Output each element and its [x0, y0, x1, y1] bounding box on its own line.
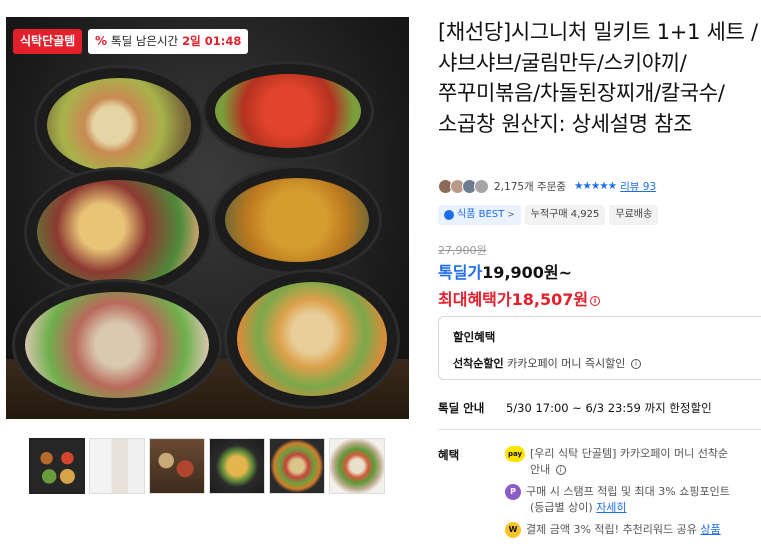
order-count: 2,175개 주문중	[494, 180, 567, 193]
free-shipping-tag: 무료배송	[609, 205, 659, 225]
percent-icon: %	[95, 34, 108, 48]
discount-heading: 할인혜택	[453, 330, 496, 344]
product-tags: 식품 BEST > 누적구매 4,925 무료배송	[438, 205, 659, 225]
point-icon: P	[505, 484, 521, 500]
max-benefit-row: 최대혜택가18,507원 i	[438, 286, 601, 310]
buyer-avatars	[438, 178, 489, 194]
star-rating-icon: ★★★★★	[574, 180, 617, 192]
info-icon[interactable]: i	[590, 295, 601, 306]
beef-veg-pot	[12, 279, 222, 411]
benefits-label: 혜택	[438, 448, 460, 462]
info-icon[interactable]: i	[555, 465, 566, 475]
max-benefit-price: 18,507원	[511, 290, 589, 309]
timer-value: 2일 01:48	[182, 34, 242, 48]
benefit-kakaopay: pay [우리 식탁 단골템] 카카오페이 머니 선착순 안내 i	[505, 446, 728, 477]
details-link[interactable]: 자세히	[596, 501, 626, 514]
thumbnail-2-video[interactable]	[89, 438, 145, 494]
benefit-text: 안내	[530, 463, 551, 476]
original-price: 27,900원	[438, 244, 487, 257]
reward-coin-icon: W	[505, 522, 521, 538]
thumbnail-strip	[29, 438, 385, 494]
product-title: [채선당]시그니처 밀키트 1+1 세트 /샤브샤브/굴림만두/스키야끼/쭈꾸미…	[438, 20, 758, 136]
thumbnail-4[interactable]	[209, 438, 265, 494]
thumbnail-3[interactable]	[149, 438, 205, 494]
benefit-stamp-points: P 구매 시 스탬프 적립 및 최대 3% 쇼핑포인트 (등급별 상이) 자세히	[505, 484, 730, 515]
discount-box: 할인혜택 선착순할인 카카오페이 머니 즉시할인 i	[438, 316, 761, 380]
social-proof-row: 2,175개 주문중 ★★★★★ 리뷰 93	[438, 178, 656, 194]
deal-period: 5/30 17:00 ~ 6/3 23:59 까지 한정할인	[505, 401, 712, 415]
best-tag[interactable]: 식품 BEST >	[438, 205, 521, 225]
thumbnail-1[interactable]	[29, 438, 85, 494]
timer-label: 톡딜 남은시간	[111, 34, 179, 48]
avatar	[474, 178, 489, 194]
best-icon	[444, 210, 454, 220]
doenjang-pot	[212, 165, 382, 275]
benefit-reward: W 결제 금액 3% 적립! 추천리워드 공유 상품	[505, 522, 721, 538]
first-come-desc: 카카오페이 머니 즉시할인	[507, 357, 626, 370]
best-tag-label: 식품 BEST	[457, 209, 505, 220]
gopchang-pot	[224, 269, 400, 409]
deal-info-label: 톡딜 안내	[438, 401, 485, 415]
deal-price-label: 톡딜가	[438, 263, 483, 282]
review-link[interactable]: 리뷰 93	[620, 179, 656, 194]
jjukkumi-pot	[202, 61, 374, 161]
first-come-label: 선착순할인	[453, 357, 504, 370]
thumbnail-5[interactable]	[269, 438, 325, 494]
benefit-text: 결제 금액 3% 적립! 추천리워드 공유	[526, 523, 697, 536]
deal-price-row: 톡딜가19,900원~	[438, 259, 572, 283]
benefit-text: 구매 시 스탬프 적립 및 최대 3% 쇼핑포인트	[526, 485, 730, 498]
benefit-text: [우리 식탁 단골템] 카카오페이 머니 선착순	[530, 447, 729, 460]
product-main-image[interactable]	[6, 17, 409, 419]
divider	[438, 429, 761, 430]
deal-timer-badge: % 톡딜 남은시간 2일 01:48	[88, 29, 249, 54]
purchase-count-tag: 누적구매 4,925	[524, 205, 606, 225]
benefit-text: (등급별 상이)	[530, 501, 593, 514]
thumbnail-6[interactable]	[329, 438, 385, 494]
first-come-discount-row: 선착순할인 카카오페이 머니 즉시할인 i	[453, 355, 753, 371]
chevron-right-icon: >	[507, 210, 515, 220]
info-icon[interactable]: i	[630, 359, 641, 369]
deal-price: 19,900원~	[482, 263, 573, 282]
deal-info-row: 톡딜 안내 5/30 17:00 ~ 6/3 23:59 까지 한정할인	[438, 400, 712, 416]
kakaopay-icon: pay	[505, 446, 525, 462]
max-benefit-label: 최대혜택가	[438, 290, 512, 309]
category-badge: 식탁단골템	[13, 29, 83, 54]
product-link[interactable]: 상품	[700, 523, 720, 536]
sukiyaki-pot	[24, 167, 212, 297]
